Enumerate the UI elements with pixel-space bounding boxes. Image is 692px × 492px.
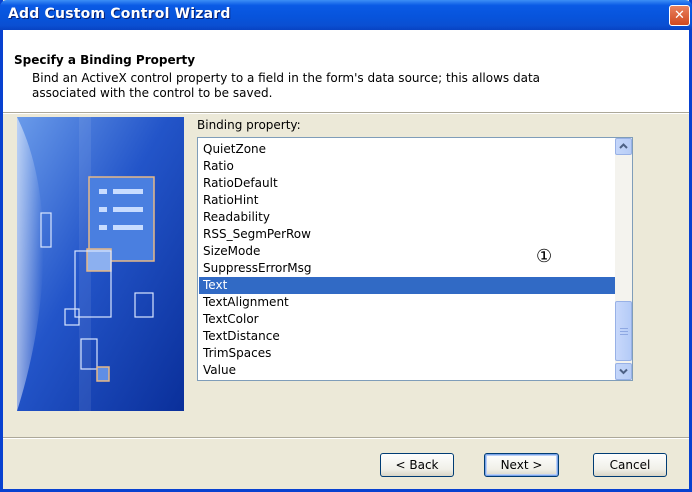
thumb-grip [620,331,628,332]
next-button[interactable]: Next > [484,453,559,477]
title-bar[interactable]: Add Custom Control Wizard ✕ [0,0,692,30]
page-title: Specify a Binding Property [14,53,196,67]
list-item[interactable]: TextAlignment [199,294,615,311]
thumb-grip [620,334,628,335]
footer-divider [3,437,689,439]
list-item[interactable]: TextColor [199,311,615,328]
scroll-down-button[interactable] [615,363,632,380]
chevron-up-icon [619,143,628,149]
scroll-up-button[interactable] [615,138,632,155]
list-item[interactable]: QuietZone [199,141,615,158]
wizard-banner-image [17,117,184,411]
list-item[interactable]: RatioDefault [199,175,615,192]
header-divider [3,112,689,114]
list-item[interactable]: Value [199,362,615,379]
list-item[interactable]: Text [199,277,615,294]
wizard-window: Add Custom Control Wizard ✕ Specify a Bi… [0,0,692,492]
list-item[interactable]: RSS_SegmPerRow [199,226,615,243]
list-item[interactable]: TrimSpaces [199,345,615,362]
list-item[interactable]: Ratio [199,158,615,175]
thumb-grip [620,328,628,329]
binding-property-label: Binding property: [197,118,301,132]
chevron-down-icon [619,368,628,375]
list-item[interactable]: SuppressErrorMsg [199,260,615,277]
scroll-thumb[interactable] [615,301,632,361]
list-item[interactable]: Readability [199,209,615,226]
list-item[interactable]: TextDistance [199,328,615,345]
cancel-button[interactable]: Cancel [593,453,667,477]
back-button[interactable]: < Back [380,453,454,477]
vertical-scrollbar[interactable] [615,138,632,380]
list-item[interactable]: RatioHint [199,192,615,209]
wizard-header: Specify a Binding Property Bind an Activ… [3,30,689,112]
binding-property-listbox[interactable]: QuietZone Ratio RatioDefault RatioHint Reada… [197,137,633,381]
binding-property-items: QuietZone Ratio RatioDefault RatioHint Reada… [199,141,615,379]
window-title: Add Custom Control Wizard [8,6,231,22]
annotation-marker: ① [536,246,553,267]
close-button[interactable]: ✕ [669,5,690,26]
close-icon: ✕ [674,8,685,23]
list-item[interactable]: SizeMode [199,243,615,260]
page-description: Bind an ActiveX control property to a fi… [32,71,541,100]
